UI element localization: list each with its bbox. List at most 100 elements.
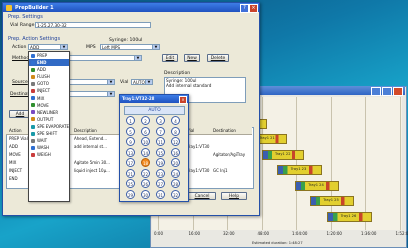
description-label: Description [164,71,191,76]
mps-label: MPS [86,45,96,50]
vial-8[interactable]: 8 [171,126,180,136]
vial-11[interactable]: 11 [156,137,165,146]
vial-14[interactable]: 14 [141,147,150,157]
action-menu-item-newliner[interactable]: NEWLINER [29,109,69,116]
prep-icon [31,53,35,58]
col-action: Action [9,128,22,133]
maximize-button[interactable] [382,87,392,96]
action-menu-item-label: NEWLINER [37,109,59,115]
vial-6[interactable]: 6 [141,126,150,136]
action-menu-item-spe-shift[interactable]: SPE SHIFT [29,130,69,137]
action-menu-item-label: ADD [37,67,46,73]
vial-5[interactable]: 5 [126,126,135,136]
vial-26[interactable]: 26 [141,179,150,188]
vial-21[interactable]: 21 [126,168,135,178]
help-title-button[interactable]: ? [240,4,249,13]
grid-line [365,97,366,230]
action-menu-item-flush[interactable]: FLUSH [29,73,69,80]
vial-picker-title: Tray1:VT32-28 [120,95,188,103]
new-button[interactable]: New [184,54,200,62]
vial-12[interactable]: 12 [171,137,180,146]
help-button[interactable]: Help [221,192,247,200]
vial-28[interactable]: 28 [171,179,180,188]
vial-27[interactable]: 27 [156,179,165,188]
action-menu-item-prep[interactable]: PREP [29,52,69,59]
action-menu-item-label: WEIGH [37,152,51,158]
table-cell: PREP Vial [9,136,28,141]
timeline-bar: Tray1 25 [309,196,354,206]
vial-16[interactable]: 16 [171,147,180,157]
edit-button[interactable]: Edit [162,54,178,62]
vial-10[interactable]: 10 [141,137,150,146]
timeline-bar: Tray1 23 [277,165,322,175]
vial-13[interactable]: 13 [126,147,135,157]
vial-31[interactable]: 31 [156,189,165,199]
action-menu-item-label: SPE EVAPORATE [37,123,70,129]
action-menu-item-label: OUTPUT [37,116,54,122]
vial-7[interactable]: 7 [156,126,165,136]
vial-picker-window: Tray1:VT32-28 × AUTO 1 2 3 4 5 6 7 8 9 10 11 12 13 14… [119,94,189,202]
action-menu-item-label: GOTO [37,81,49,87]
vial-1[interactable]: 1 [126,116,135,125]
vial-15[interactable]: 15 [156,147,165,157]
action-select-value: ADD [30,45,40,50]
flush-icon [31,74,35,79]
table-cell: END [9,176,18,181]
timeline-bar: Tray1 22 [262,149,304,160]
action-menu-item-weigh[interactable]: WEIGH [29,151,69,158]
action-menu-item-add[interactable]: ADD [29,66,69,73]
cancel-button[interactable]: Cancel [188,192,216,200]
action-menu-item-wait[interactable]: WAIT [29,137,69,144]
prep-settings-heading: Prep. Settings [8,14,43,20]
source-vial-value: AUTO [133,80,145,85]
vial-17[interactable]: 17 [126,158,135,167]
table-cell: Tray1:VT30 [187,144,210,149]
vial-2[interactable]: 2 [141,116,150,125]
action-menu-item-label: INJECT [37,88,51,94]
table-cell: MOVE [9,152,21,157]
vial-auto-button[interactable]: AUTO [124,106,185,115]
close-title-button[interactable]: × [249,4,258,13]
grid-line [330,97,332,230]
chevron-down-icon: ▼ [60,45,67,49]
action-menu-item-end[interactable]: END [29,59,69,67]
action-menu-item-inject[interactable]: INJECT [29,87,69,94]
vial-22[interactable]: 22 [141,168,150,178]
vial-32[interactable]: 32 [171,189,180,199]
close-button[interactable] [393,87,403,96]
col-destination: Destination [213,128,236,133]
vial-9[interactable]: 9 [126,137,135,146]
action-menu-item-wash[interactable]: WASH [29,144,69,151]
vial-24[interactable]: 24 [171,168,180,178]
action-dropdown-menu[interactable]: PREP END ADD FLUSH GOTO INJECT MIX MOVE NEWLINER… [28,51,70,202]
action-menu-item-mix[interactable]: MIX [29,95,69,102]
vial-3[interactable]: 3 [156,116,165,125]
timeline-bar-label: Tray1 26 [340,213,357,218]
vial-18[interactable]: 18 [141,158,150,167]
vial-30[interactable]: 30 [141,189,150,199]
mps-select[interactable]: Left MPS ▼ [100,44,160,50]
window-title: PrepBuilder 1 [15,4,54,11]
axis-tick-label: 32:00 [223,231,235,236]
vial-29[interactable]: 29 [126,189,135,199]
vial-25[interactable]: 25 [126,179,135,188]
action-select[interactable]: ADD ▼ [28,44,68,50]
vial-4[interactable]: 4 [171,116,180,125]
action-menu-item-output[interactable]: OUTPUT [29,116,69,123]
action-menu-item-spe-evaporate[interactable]: SPE EVAPORATE [29,123,69,130]
axis-tick-label: 48:00 [257,231,270,236]
vial-range-input[interactable]: 1-25,27,30-32 [35,22,151,28]
action-menu-item-goto[interactable]: GOTO [29,80,69,87]
spe-evaporate-icon [31,124,35,129]
timeline-bar-label: Tray1 24 [308,182,324,187]
delete-button[interactable]: Delete [207,54,229,62]
chevron-down-icon: ▼ [152,45,159,49]
action-menu-item-move[interactable]: MOVE [29,102,69,109]
source-vial-select[interactable]: AUTO ▼ [131,79,153,85]
minimize-button[interactable] [371,87,381,96]
axis-tick-label: 16:00 [188,231,201,236]
vial-23[interactable]: 23 [156,168,165,178]
vial-19[interactable]: 19 [156,158,165,167]
vial-picker-close-button[interactable]: × [179,96,187,104]
vial-20[interactable]: 20 [171,158,180,167]
